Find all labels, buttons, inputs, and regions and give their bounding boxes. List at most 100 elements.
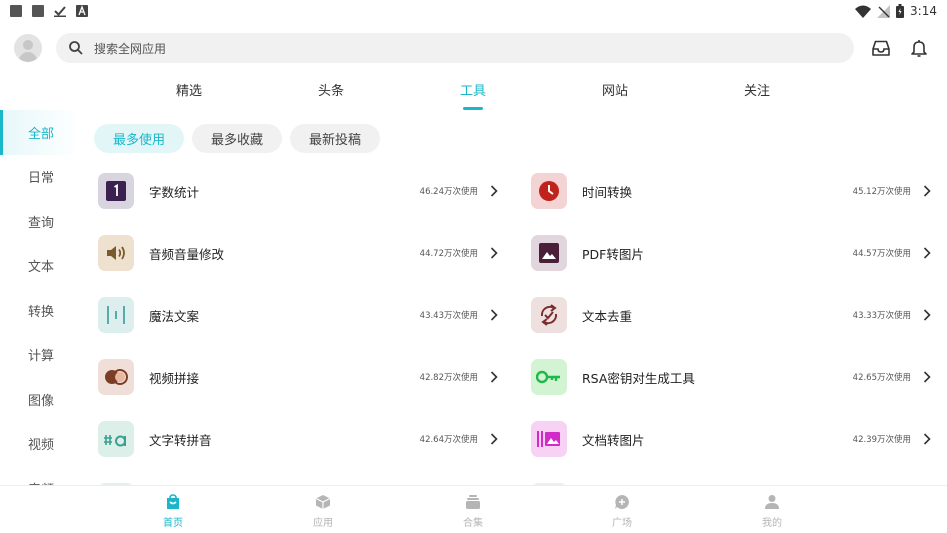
usage-count: 43.33万次使用 [852, 311, 911, 321]
sidebar-item-audio[interactable]: 音频 [0, 466, 80, 486]
sidebar-item-image[interactable]: 图像 [0, 377, 80, 422]
chevron-right-icon [490, 247, 498, 259]
search-icon [69, 41, 83, 55]
usage-count: 42.64万次使用 [419, 435, 478, 445]
usage-count: 42.39万次使用 [852, 435, 911, 445]
app-icon-bg [531, 173, 567, 209]
list-item[interactable]: 音频音量修改 44.72万次使用 [98, 222, 498, 284]
list-item[interactable]: PDF转图片 44.57万次使用 [531, 222, 931, 284]
key-icon [536, 370, 560, 384]
app-list: 字数统计 46.24万次使用 音频音量修改 44.72万次使用 魔法文案 43.… [96, 160, 936, 485]
speaker-icon [107, 246, 125, 260]
nav-square[interactable]: 广场 [592, 494, 652, 529]
list-item[interactable]: RSA密钥对生成工具 42.65万次使用 [531, 346, 931, 408]
list-item[interactable]: 视频拼接 42.82万次使用 [98, 346, 498, 408]
chip-newest[interactable]: 最新投稿 [290, 124, 381, 153]
person-icon [765, 495, 779, 509]
inbox-icon [872, 40, 890, 56]
tab-featured[interactable]: 精选 [159, 80, 219, 110]
usage-count: 42.82万次使用 [419, 373, 478, 383]
status-system: 3:14 [855, 4, 937, 18]
nav-label: 广场 [612, 518, 632, 529]
bell-icon [911, 40, 927, 57]
tab-websites[interactable]: 网站 [585, 80, 645, 110]
sidebar-item-daily[interactable]: 日常 [0, 155, 80, 200]
sidebar-item-query[interactable]: 查询 [0, 199, 80, 244]
sidebar-item-all[interactable]: 全部 [0, 110, 80, 155]
app-name: 文档转图片 [582, 432, 645, 448]
list-item[interactable]: 时间转换 45.12万次使用 [531, 160, 931, 222]
status-notifications [10, 5, 88, 17]
status-bar: 3:14 [0, 0, 947, 22]
pinyin-icon [104, 435, 126, 447]
nav-home[interactable]: 首页 [143, 494, 203, 529]
nav-apps[interactable]: 应用 [293, 494, 353, 529]
app-name: 视频拼接 [149, 370, 200, 386]
tab-following[interactable]: 关注 [727, 80, 787, 110]
app-icon-bg [98, 173, 134, 209]
sidebar-item-calculate[interactable]: 计算 [0, 333, 80, 378]
search-input[interactable]: 搜索全网应用 [56, 33, 854, 63]
battery-icon [896, 4, 905, 18]
collection-icon [466, 495, 480, 509]
avatar[interactable] [14, 34, 42, 62]
app-icon-bg [98, 359, 134, 395]
list-item[interactable]: 字数统计 46.24万次使用 [98, 160, 498, 222]
list-item[interactable]: 文档转图片 42.39万次使用 [531, 408, 931, 470]
tab-tools[interactable]: 工具 [443, 80, 503, 110]
nav-label: 首页 [163, 518, 183, 529]
chevron-right-icon [923, 309, 931, 321]
usage-count: 43.43万次使用 [419, 311, 478, 321]
sort-chips: 最多使用 最多收藏 最新投稿 [94, 124, 381, 153]
clock-icon [539, 181, 559, 201]
app-icon-bg [531, 421, 567, 457]
list-item[interactable]: 文字转拼音 42.64万次使用 [98, 408, 498, 470]
clock-time: 3:14 [910, 4, 937, 18]
app-name: 文字转拼音 [149, 432, 212, 448]
app-name: 时间转换 [582, 184, 633, 200]
chip-most-favorited[interactable]: 最多收藏 [192, 124, 283, 153]
chevron-right-icon [923, 371, 931, 383]
notifications-button[interactable] [908, 37, 930, 59]
chevron-right-icon [923, 185, 931, 197]
magic-text-icon [107, 306, 125, 324]
usage-count: 42.65万次使用 [852, 373, 911, 383]
list-item[interactable]: 魔法文案 43.43万次使用 [98, 284, 498, 346]
no-signal-icon [877, 4, 891, 18]
app-icon-bg [98, 297, 134, 333]
dedupe-icon [540, 304, 558, 326]
chevron-right-icon [923, 247, 931, 259]
chevron-right-icon [923, 433, 931, 445]
app-name: 字数统计 [149, 184, 200, 200]
chevron-right-icon [490, 309, 498, 321]
top-bar: 搜索全网应用 [14, 32, 934, 64]
usage-count: 45.12万次使用 [852, 187, 911, 197]
app-name: 文本去重 [582, 308, 633, 324]
app-icon-bg [98, 421, 134, 457]
tab-headlines[interactable]: 头条 [301, 80, 361, 110]
sidebar-item-video[interactable]: 视频 [0, 422, 80, 467]
list-item[interactable]: 文本去重 43.33万次使用 [531, 284, 931, 346]
list-item[interactable] [531, 470, 931, 485]
nav-mine[interactable]: 我的 [742, 494, 802, 529]
nav-collections[interactable]: 合集 [443, 494, 503, 529]
chevron-right-icon [490, 371, 498, 383]
list-item[interactable] [98, 470, 498, 485]
nav-label: 应用 [313, 518, 333, 529]
chip-most-used[interactable]: 最多使用 [94, 124, 185, 153]
wifi-icon [855, 5, 872, 18]
check-notification-icon [54, 6, 66, 17]
cube-icon [315, 495, 331, 509]
video-merge-icon [105, 369, 128, 385]
chevron-right-icon [490, 433, 498, 445]
inbox-button[interactable] [870, 37, 892, 59]
notification-icon [32, 5, 44, 17]
sidebar-item-text[interactable]: 文本 [0, 244, 80, 289]
nav-label: 合集 [463, 518, 483, 529]
home-icon [167, 494, 179, 509]
search-placeholder: 搜索全网应用 [94, 41, 167, 56]
app-name: PDF转图片 [582, 246, 644, 262]
sidebar-item-convert[interactable]: 转换 [0, 288, 80, 333]
app-icon-bg [98, 235, 134, 271]
doc-image-icon [537, 431, 560, 447]
